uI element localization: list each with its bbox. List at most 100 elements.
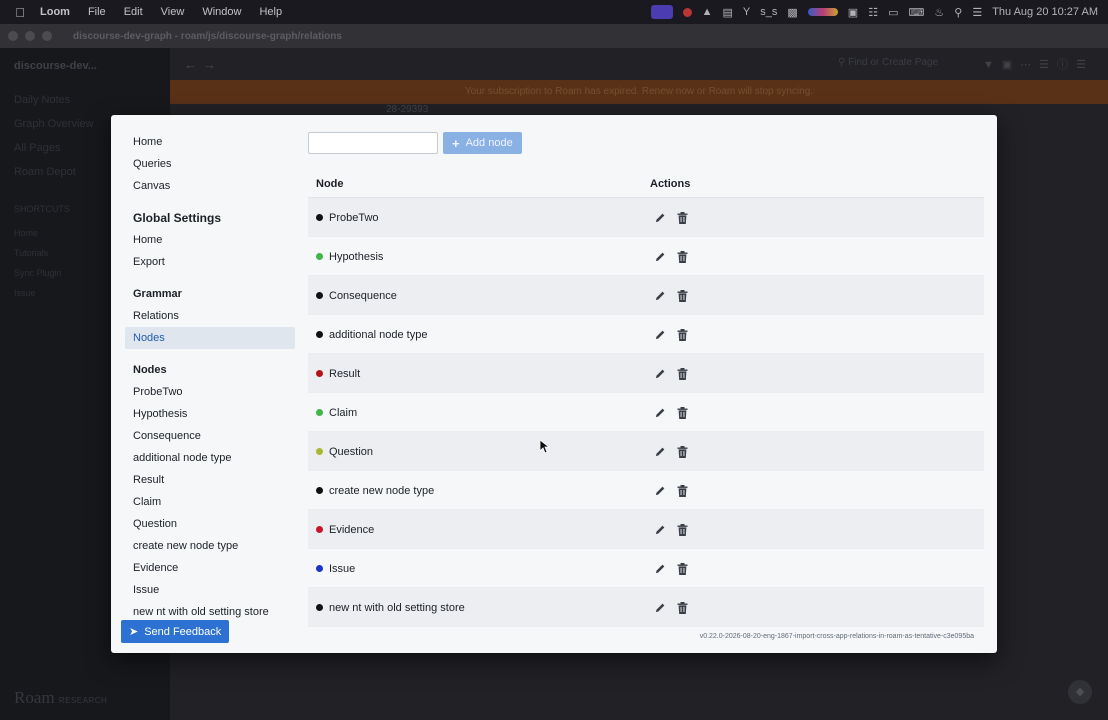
node-name: Issue <box>329 562 356 575</box>
row-actions <box>654 315 688 354</box>
table-row: Claim <box>308 393 984 432</box>
table-row: new nt with old setting store <box>308 588 984 627</box>
trash-icon[interactable] <box>676 289 688 302</box>
node-name: ProbeTwo <box>329 211 379 224</box>
nav-relations[interactable]: Relations <box>125 305 295 327</box>
nav-global-home[interactable]: Home <box>125 229 295 251</box>
node-color-swatch <box>316 292 323 299</box>
trash-icon[interactable] <box>676 367 688 380</box>
node-cell: ProbeTwo <box>316 198 379 237</box>
edit-icon[interactable] <box>654 602 666 614</box>
row-actions <box>654 354 688 393</box>
node-color-swatch <box>316 214 323 221</box>
edit-icon[interactable] <box>654 212 666 224</box>
node-cell: create new node type <box>316 471 434 510</box>
global-settings-heading: Global Settings <box>133 211 222 225</box>
node-color-swatch <box>316 604 323 611</box>
nav-export[interactable]: Export <box>125 251 295 273</box>
node-name: Consequence <box>329 289 397 302</box>
edit-icon[interactable] <box>654 368 666 380</box>
node-cell: additional node type <box>316 315 427 354</box>
nav-node-item[interactable]: Evidence <box>125 557 295 579</box>
plus-icon: + <box>452 135 460 151</box>
nav-canvas[interactable]: Canvas <box>125 175 295 197</box>
node-cell: Issue <box>316 549 355 588</box>
row-actions <box>654 198 688 237</box>
row-actions <box>654 237 688 276</box>
grammar-heading: Grammar <box>133 288 182 300</box>
trash-icon[interactable] <box>676 562 688 575</box>
trash-icon[interactable] <box>676 328 688 341</box>
table-row: additional node type <box>308 315 984 354</box>
edit-icon[interactable] <box>654 407 666 419</box>
send-feedback-button[interactable]: ➤ Send Feedback <box>121 620 230 643</box>
nav-node-item[interactable]: ProbeTwo <box>125 381 295 403</box>
nav-node-item[interactable]: additional node type <box>125 447 295 469</box>
node-color-swatch <box>316 487 323 494</box>
nav-node-item[interactable]: Consequence <box>125 425 295 447</box>
node-name: Claim <box>329 406 358 419</box>
settings-nav: Home Queries Canvas Global Settings Home… <box>125 115 295 653</box>
trash-icon[interactable] <box>676 484 688 497</box>
row-actions <box>654 393 688 432</box>
trash-icon[interactable] <box>676 406 688 419</box>
node-cell: Question <box>316 432 373 471</box>
nav-node-item[interactable]: Hypothesis <box>125 403 295 425</box>
node-color-swatch <box>316 331 323 338</box>
add-node-button[interactable]: + Add node <box>443 132 522 154</box>
nav-queries[interactable]: Queries <box>125 153 295 175</box>
nav-home[interactable]: Home <box>125 131 295 153</box>
trash-icon[interactable] <box>676 211 688 224</box>
node-color-swatch <box>316 526 323 533</box>
table-row: ProbeTwo <box>308 198 984 237</box>
table-row: Question <box>308 432 984 471</box>
trash-icon[interactable] <box>676 445 688 458</box>
node-name: Evidence <box>329 523 375 536</box>
table-row: Consequence <box>308 276 984 315</box>
row-actions <box>654 432 688 471</box>
nodes-table-header: Node Actions <box>308 170 984 198</box>
edit-icon[interactable] <box>654 290 666 302</box>
nav-node-item[interactable]: create new node type <box>125 535 295 557</box>
table-row: Hypothesis <box>308 237 984 276</box>
nav-node-item[interactable]: Claim <box>125 491 295 513</box>
row-actions <box>654 510 688 549</box>
trash-icon[interactable] <box>676 601 688 614</box>
nav-node-item[interactable]: Result <box>125 469 295 491</box>
trash-icon[interactable] <box>676 250 688 263</box>
table-row: create new node type <box>308 471 984 510</box>
nodes-panel: + Add node Node Actions ProbeTwo Hypothes… <box>308 115 984 653</box>
row-actions <box>654 276 688 315</box>
row-actions <box>654 588 688 627</box>
nodes-heading: Nodes <box>133 364 167 376</box>
table-row: Result <box>308 354 984 393</box>
node-name: Hypothesis <box>329 250 384 263</box>
edit-icon[interactable] <box>654 524 666 536</box>
edit-icon[interactable] <box>654 251 666 263</box>
trash-icon[interactable] <box>676 523 688 536</box>
node-color-swatch <box>316 370 323 377</box>
edit-icon[interactable] <box>654 485 666 497</box>
node-name: create new node type <box>329 484 435 497</box>
node-cell: Result <box>316 354 360 393</box>
nav-nodes[interactable]: Nodes <box>125 327 295 349</box>
node-name: Result <box>329 367 361 380</box>
row-actions <box>654 471 688 510</box>
nav-node-item[interactable]: Issue <box>125 579 295 601</box>
node-cell: Claim <box>316 393 357 432</box>
node-name: Question <box>329 445 374 458</box>
node-name: new nt with old setting store <box>329 601 465 614</box>
node-cell: Evidence <box>316 510 374 549</box>
node-cell: Hypothesis <box>316 237 383 276</box>
row-actions <box>654 549 688 588</box>
version-string: v0.22.0-2026-08-20-eng-1867-import-cross… <box>699 633 974 640</box>
edit-icon[interactable] <box>654 563 666 575</box>
nav-node-item[interactable]: Question <box>125 513 295 535</box>
nodes-table-body: ProbeTwo Hypothesis Consequence additional … <box>308 198 984 627</box>
edit-icon[interactable] <box>654 446 666 458</box>
send-icon: ➤ <box>129 626 139 638</box>
table-row: Evidence <box>308 510 984 549</box>
add-node-label: Add node <box>465 137 513 149</box>
edit-icon[interactable] <box>654 329 666 341</box>
node-name-input[interactable] <box>308 132 438 154</box>
